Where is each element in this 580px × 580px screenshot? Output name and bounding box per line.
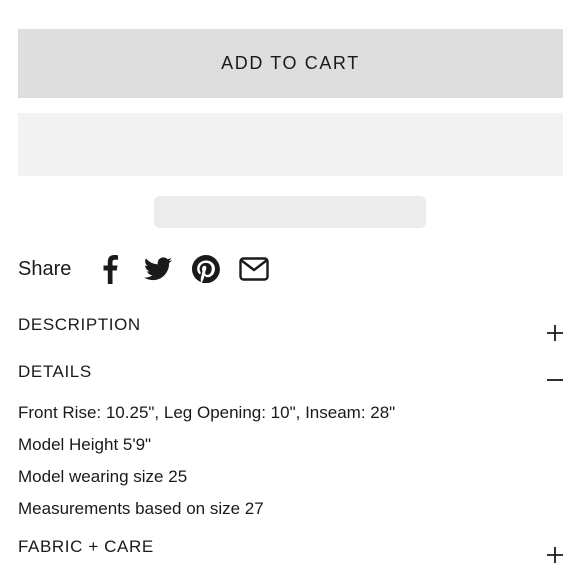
details-line: Model Height 5'9"	[18, 435, 152, 454]
accordion-title-details[interactable]: DETAILS	[18, 362, 92, 382]
details-line: Model wearing size 25	[18, 467, 188, 486]
payment-button-placeholder[interactable]	[18, 113, 563, 176]
email-icon[interactable]	[237, 252, 271, 286]
accordion-title-description[interactable]: DESCRIPTION	[18, 315, 141, 335]
details-line: Measurements based on size 27	[18, 499, 264, 518]
twitter-icon[interactable]	[141, 252, 175, 286]
accordion-title-fabric-care[interactable]: FABRIC + CARE	[18, 537, 154, 557]
share-label: Share	[18, 257, 72, 280]
pinterest-icon[interactable]	[189, 252, 223, 286]
share-row: Share	[18, 250, 285, 288]
minus-icon[interactable]	[544, 369, 566, 391]
more-payment-options-placeholder[interactable]	[154, 196, 426, 228]
plus-icon[interactable]	[544, 544, 566, 566]
details-line: Front Rise: 10.25", Leg Opening: 10", In…	[18, 403, 396, 422]
facebook-icon[interactable]	[93, 252, 127, 286]
add-to-cart-button[interactable]: ADD TO CART	[18, 29, 563, 98]
plus-icon[interactable]	[544, 322, 566, 344]
